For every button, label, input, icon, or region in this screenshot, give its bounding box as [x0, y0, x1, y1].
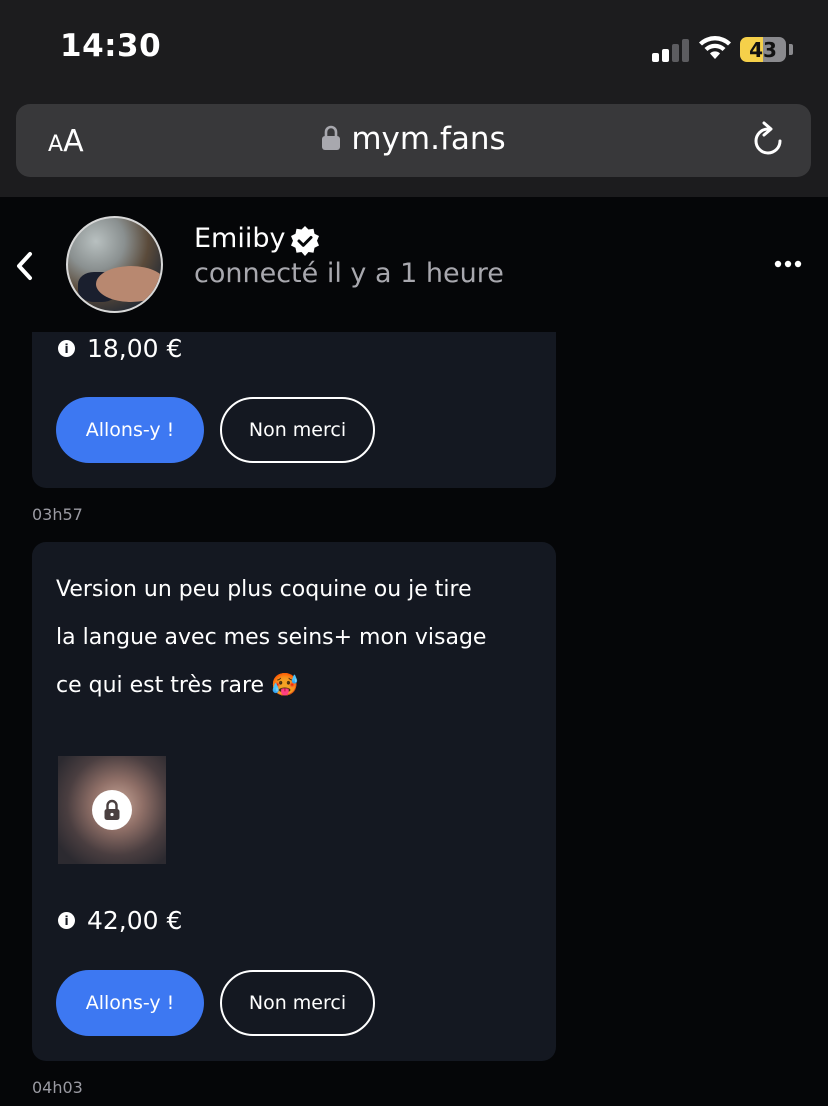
price-value: 42,00 €: [87, 906, 183, 935]
url-display[interactable]: mym.fans: [16, 121, 811, 157]
verified-badge-icon: [291, 226, 319, 256]
back-chevron-icon[interactable]: [12, 249, 38, 283]
contact-name[interactable]: Emiiby: [194, 223, 285, 254]
price-row: i 18,00 €: [58, 334, 182, 363]
locked-media-lock-icon: [92, 790, 132, 830]
address-bar[interactable]: AA mym.fans: [16, 104, 811, 177]
battery-tip: [789, 44, 793, 55]
cellular-signal-icon: [652, 38, 692, 62]
status-time: 14:30: [60, 28, 162, 64]
message-bubble: Version un peu plus coquine ou je tire l…: [32, 542, 556, 1061]
wifi-icon: [699, 36, 731, 59]
lock-icon: [322, 125, 341, 150]
accept-button[interactable]: Allons-y !: [56, 397, 204, 463]
battery-icon: 43: [740, 37, 786, 62]
decline-button[interactable]: Non merci: [220, 970, 375, 1036]
avatar[interactable]: [66, 216, 163, 313]
info-icon[interactable]: i: [58, 912, 75, 929]
battery-level: 43: [749, 37, 777, 62]
url-text: mym.fans: [351, 121, 506, 157]
reload-icon[interactable]: [751, 121, 785, 159]
accept-button[interactable]: Allons-y !: [56, 970, 204, 1036]
browser-chrome: 14:30 43 AA mym.fans: [0, 0, 828, 197]
message-timestamp: 03h57: [32, 505, 83, 524]
message-bubble: i 18,00 € Allons-y ! Non merci: [32, 332, 556, 488]
chat-header: Emiiby connecté il y a 1 heure: [0, 197, 828, 332]
contact-status: connecté il y a 1 heure: [194, 258, 504, 289]
message-timestamp: 04h03: [32, 1078, 83, 1097]
locked-media-thumbnail[interactable]: [58, 756, 166, 864]
price-row: i 42,00 €: [58, 906, 182, 935]
more-options-icon[interactable]: [774, 259, 802, 269]
message-text: Version un peu plus coquine ou je tire l…: [56, 577, 487, 698]
price-value: 18,00 €: [87, 334, 183, 363]
decline-button[interactable]: Non merci: [220, 397, 375, 463]
info-icon[interactable]: i: [58, 340, 75, 357]
